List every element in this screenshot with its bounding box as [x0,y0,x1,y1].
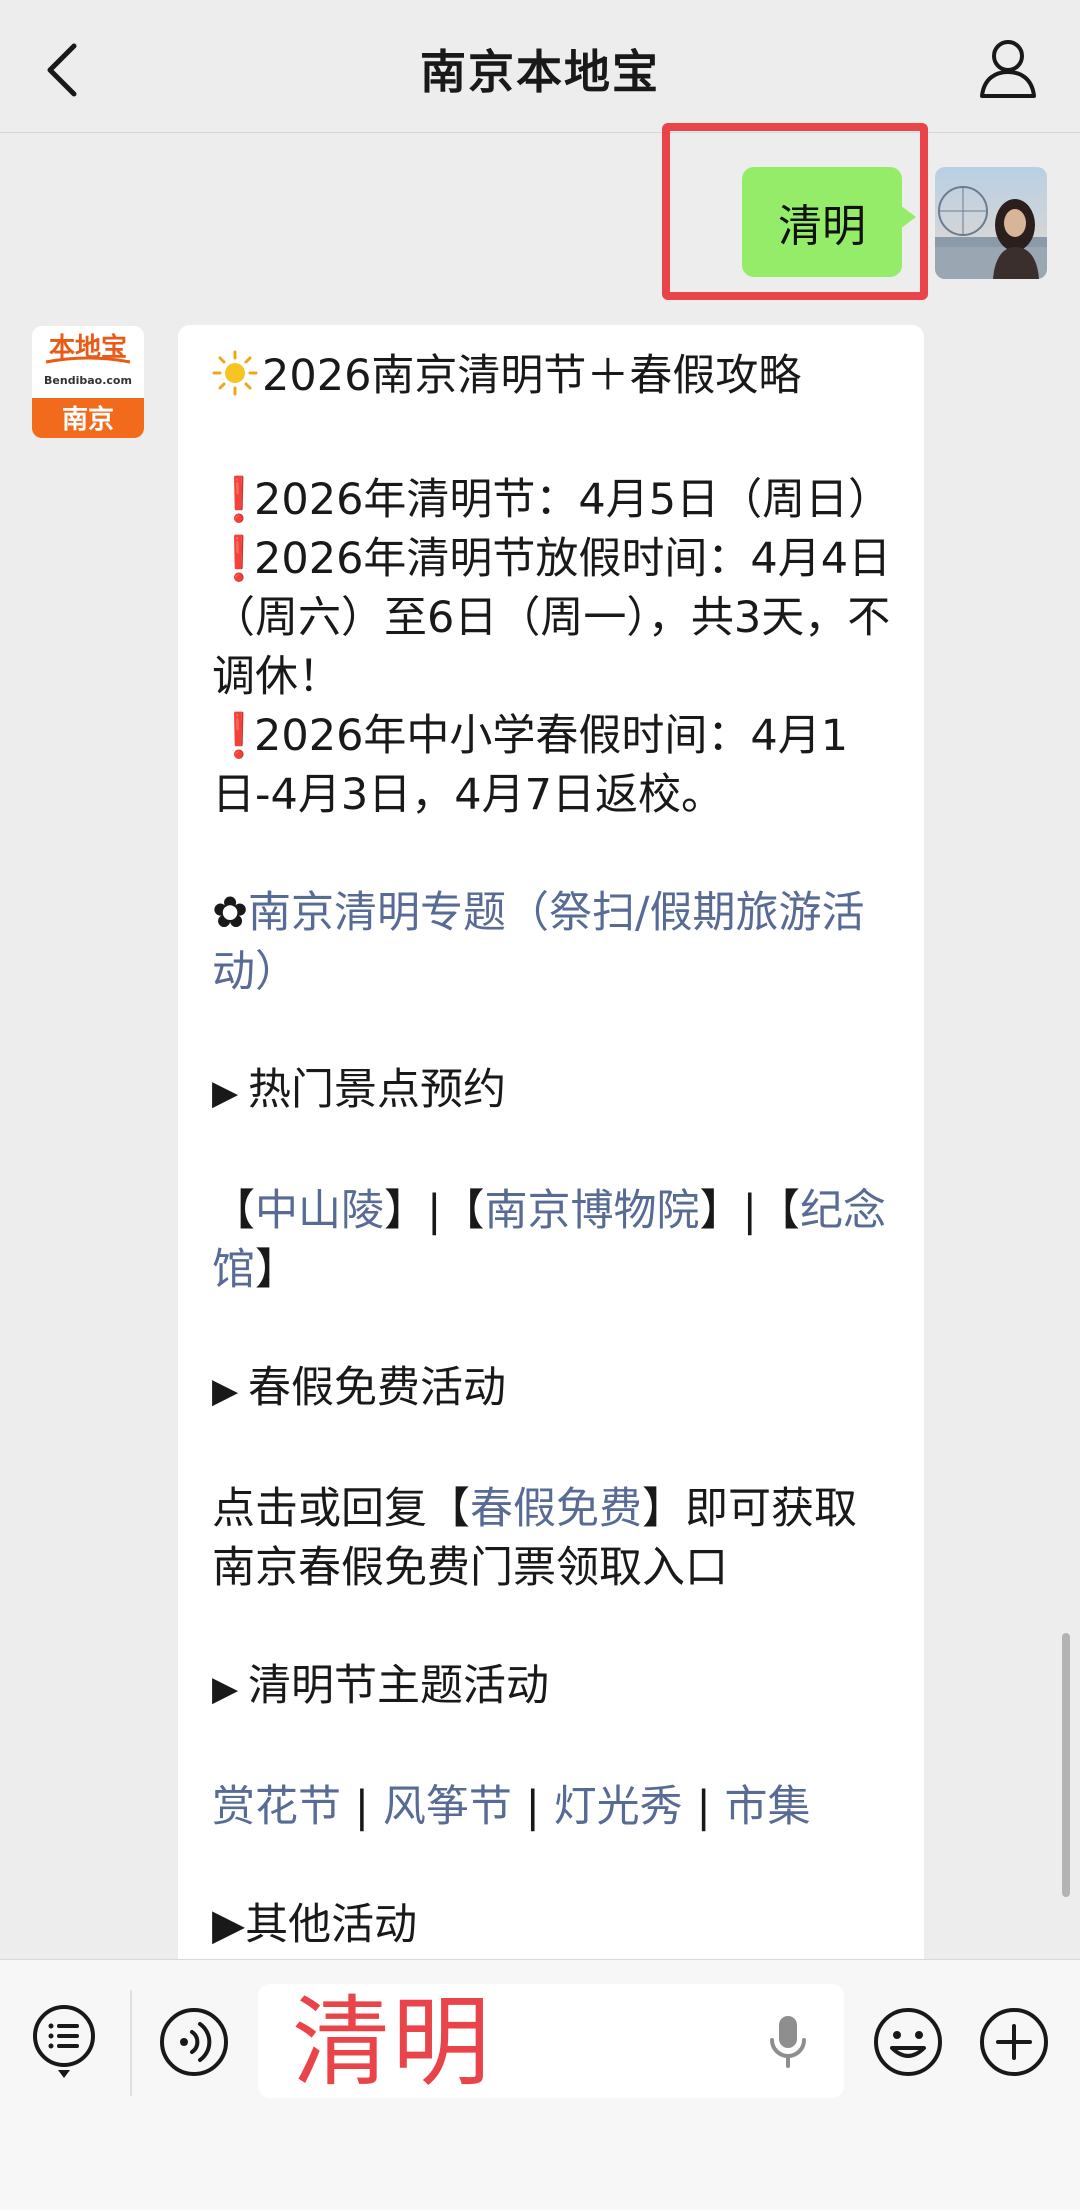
more-button[interactable] [978,2006,1050,2078]
info-item-1: ❗2026年清明节：4月5日（周日） [212,471,894,530]
info-item-2: ❗2026年清明节放假时间：4月4日（周六）至6日（周一），共3天，不调休！ [212,530,894,707]
official-account-avatar[interactable]: 本地宝 Bendibao.com 南京 [32,326,144,438]
section-partial: ▶其他活动 [212,1900,418,1950]
chat-area[interactable]: 清明 本地宝 Bendibao.com 南京 2026南京清明节＋春假攻略 ❗2… [0,123,1080,1985]
emoji-button[interactable] [872,2006,944,2078]
activity-link-flowers[interactable]: 赏花节 [212,1782,341,1832]
bendibao-logo: 本地宝 Bendibao.com 南京 [32,326,144,438]
exclamation-icon: ❗ [212,475,266,525]
scrollbar[interactable] [1062,1633,1070,1897]
free-ticket-line: 点击或回复【春假免费】即可获取南京春假免费门票领取入口 [212,1484,857,1593]
flower-icon: ✿ [212,888,249,938]
play-icon: ▶ [212,1669,239,1709]
sun-icon [212,350,262,412]
menu-button[interactable] [28,2002,100,2082]
input-text: 清明 [292,1986,493,2100]
plus-icon [980,2008,1048,2076]
activity-link-lights[interactable]: 灯光秀 [554,1782,683,1832]
input-bar: 清明 [0,1959,1080,2210]
spot-link-zhongshanling[interactable]: 中山陵 [255,1186,384,1236]
profile-button[interactable] [976,36,1040,100]
info-item-3: ❗2026年中小学春假时间：4月1日-4月3日，4月7日返校。 [212,707,894,825]
activity-link-market[interactable]: 市集 [724,1782,810,1832]
voice-icon [160,2008,228,2076]
section-hot-spots: ▶ 热门景点预约 [212,1061,894,1123]
free-ticket-link[interactable]: 春假免费 [470,1484,642,1534]
play-icon: ▶ [212,1371,239,1411]
activity-links: 赏花节 | 风筝节 | 灯光秀 | 市集 [212,1782,811,1832]
topic-line: ✿南京清明专题（祭扫/假期旅游活动） [212,884,894,1002]
outgoing-bubble[interactable]: 清明 [742,167,916,277]
divider [130,1990,132,2096]
section-free-activities: ▶ 春假免费活动 [212,1359,894,1421]
smiley-icon [874,2008,942,2076]
chat-title: 南京本地宝 [420,45,660,99]
mic-icon[interactable] [768,2014,808,2070]
user-avatar[interactable] [935,167,1047,279]
chat-header: 南京本地宝 [0,0,1080,133]
spot-links: 【中山陵】|【南京博物院】|【纪念馆】 [212,1186,886,1295]
play-icon: ▶ [212,1073,239,1113]
svg-text:南京: 南京 [62,404,114,435]
message-heading: 2026南京清明节＋春假攻略 [212,347,894,412]
spot-link-museum[interactable]: 南京博物院 [485,1186,700,1236]
exclamation-icon: ❗ [212,711,266,761]
voice-button[interactable] [158,2006,230,2078]
incoming-bubble: 2026南京清明节＋春假攻略 ❗2026年清明节：4月5日（周日） ❗2026年… [178,325,924,1985]
topic-link[interactable]: 南京清明专题（祭扫/假期旅游活动） [212,888,865,997]
outgoing-message-row: 清明 [0,123,1080,313]
svg-text:Bendibao.com: Bendibao.com [44,374,132,387]
avatar-photo [935,167,1047,279]
section-qingming-activities: ▶ 清明节主题活动 [212,1657,894,1719]
list-menu-icon [33,2005,95,2078]
activity-link-kites[interactable]: 风筝节 [383,1782,512,1832]
message-input[interactable]: 清明 [258,1984,844,2098]
exclamation-icon: ❗ [212,534,266,584]
person-icon [980,40,1036,98]
